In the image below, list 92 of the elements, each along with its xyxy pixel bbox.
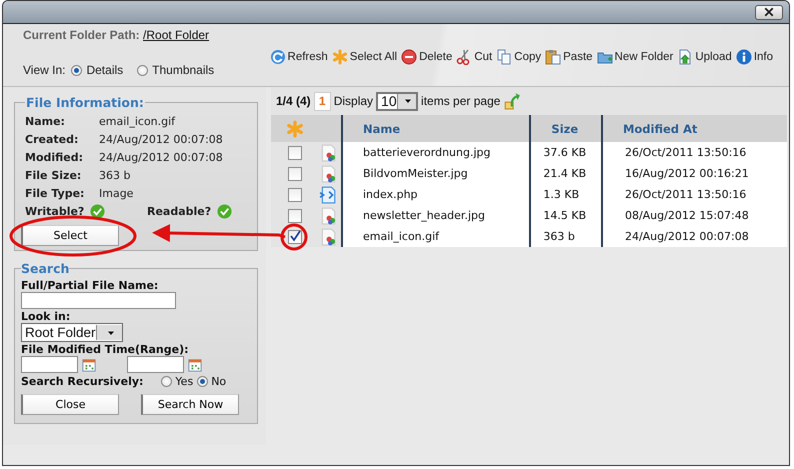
field-label: Full/Partial File Name:	[21, 279, 160, 292]
row-checkbox[interactable]	[288, 146, 302, 160]
file-name-cell: newsletter_header.jpg	[342, 205, 530, 226]
copy-icon	[496, 48, 512, 64]
path-label: Current Folder Path:	[23, 28, 141, 42]
row-checkbox[interactable]	[288, 166, 302, 180]
view-label: View In:	[23, 63, 66, 77]
field-value: 24/Aug/2012 00:07:08	[99, 132, 223, 146]
file-name-cell: BildvomMeister.jpg	[342, 163, 530, 184]
field-value: Image	[99, 186, 134, 200]
flag-label: Writable?	[25, 205, 84, 218]
radio-label: Details	[86, 63, 124, 77]
field-value: email_icon.gif	[99, 114, 176, 128]
caret-icon	[404, 97, 412, 105]
display-label: Display	[334, 94, 374, 108]
radio-button[interactable]	[197, 376, 208, 387]
refresh-icon	[270, 48, 286, 64]
size-cell: 37.6 KB	[530, 142, 602, 163]
delete-icon	[401, 48, 418, 64]
date-from-field[interactable]	[21, 356, 78, 373]
folder-dropdown[interactable]: Root Folder	[21, 323, 123, 342]
paste-icon	[545, 48, 562, 64]
date-cell: 26/Oct/2011 13:50:16	[602, 184, 787, 205]
reload-icon[interactable]	[503, 92, 522, 110]
calendar-icon[interactable]	[82, 358, 96, 372]
close-icon	[764, 7, 774, 17]
asterisk-icon	[332, 48, 348, 64]
radio-button[interactable]	[137, 64, 148, 76]
close-button[interactable]: Close	[21, 394, 119, 415]
per-page-label: items per page	[421, 94, 500, 108]
info-icon	[736, 48, 752, 64]
column-header[interactable]: Size	[530, 115, 602, 142]
file-name-field[interactable]	[21, 292, 176, 309]
size-cell: 363 b	[530, 226, 602, 247]
file-name-cell: batterieverordnung.jpg	[342, 142, 530, 163]
row-checkbox[interactable]	[288, 208, 302, 222]
date-to-field[interactable]	[127, 356, 184, 373]
toolbar-button[interactable]: Copy	[496, 48, 542, 64]
image-file-icon	[319, 164, 337, 182]
caret-icon	[106, 328, 115, 336]
file-name-cell: email_icon.gif	[342, 226, 530, 247]
image-file-icon	[319, 144, 337, 162]
radio-label: Thumbnails	[152, 63, 214, 77]
highlight-circle	[280, 224, 308, 250]
toolbar-button[interactable]: New Folder	[596, 48, 674, 64]
date-cell: 24/Aug/2012 00:07:08	[602, 226, 787, 247]
toolbar-button[interactable]: Cut	[456, 48, 492, 64]
field-label: Modified:	[25, 150, 84, 164]
date-cell: 16/Aug/2012 00:16:21	[602, 163, 787, 184]
field-value: 24/Aug/2012 00:07:08	[99, 150, 223, 164]
field-label: Search Recursively:	[21, 375, 144, 388]
date-cell: 26/Oct/2011 13:50:16	[602, 142, 787, 163]
image-file-icon	[319, 228, 337, 246]
row-checkbox[interactable]	[288, 230, 302, 244]
page-status: 1/4 (4)	[276, 94, 311, 108]
field-label: Name:	[25, 114, 66, 128]
toolbar-button[interactable]: Info	[736, 48, 773, 64]
toolbar-button[interactable]: Delete	[401, 48, 452, 64]
field-label: Created:	[25, 132, 80, 146]
size-cell: 14.5 KB	[530, 205, 602, 226]
folder-path-link[interactable]: /Root Folder	[143, 28, 210, 42]
flag-label: Readable?	[147, 205, 212, 218]
field-label: File Modified Time(Range):	[21, 343, 190, 356]
field-label: File Type:	[25, 186, 86, 200]
size-cell: 1.3 KB	[530, 184, 602, 205]
field-label: File Size:	[25, 168, 82, 182]
toolbar-button[interactable]: Upload	[677, 48, 732, 64]
radio-label: Yes	[175, 375, 194, 388]
field-label: Look in:	[21, 310, 72, 323]
toolbar-button[interactable]: Paste	[545, 48, 593, 64]
row-checkbox[interactable]	[288, 188, 302, 202]
select-button[interactable]: Select	[21, 225, 119, 246]
calendar-icon[interactable]	[188, 358, 202, 372]
file-name-cell: index.php	[342, 184, 530, 205]
close-button[interactable]	[755, 4, 783, 20]
panel-title: Search	[21, 261, 70, 276]
radio-button[interactable]	[161, 376, 172, 387]
field-value: 363 b	[99, 168, 130, 182]
per-page-dropdown[interactable]: 10	[376, 92, 418, 110]
code-file-icon	[319, 186, 337, 204]
panel-title: File Information:	[25, 95, 145, 110]
column-header[interactable]: Name	[342, 115, 530, 142]
upload-icon	[677, 48, 694, 64]
size-cell: 21.4 KB	[530, 163, 602, 184]
search-button[interactable]: Search Now	[141, 394, 239, 415]
radio-label: No	[211, 375, 226, 388]
toolbar-button[interactable]: Refresh	[270, 48, 328, 64]
image-file-icon	[319, 206, 337, 224]
date-cell: 08/Aug/2012 15:07:48	[602, 205, 787, 226]
toolbar-button[interactable]: Select All	[332, 48, 398, 64]
radio-button[interactable]	[71, 64, 82, 76]
column-header[interactable]: Modified At	[602, 115, 787, 142]
